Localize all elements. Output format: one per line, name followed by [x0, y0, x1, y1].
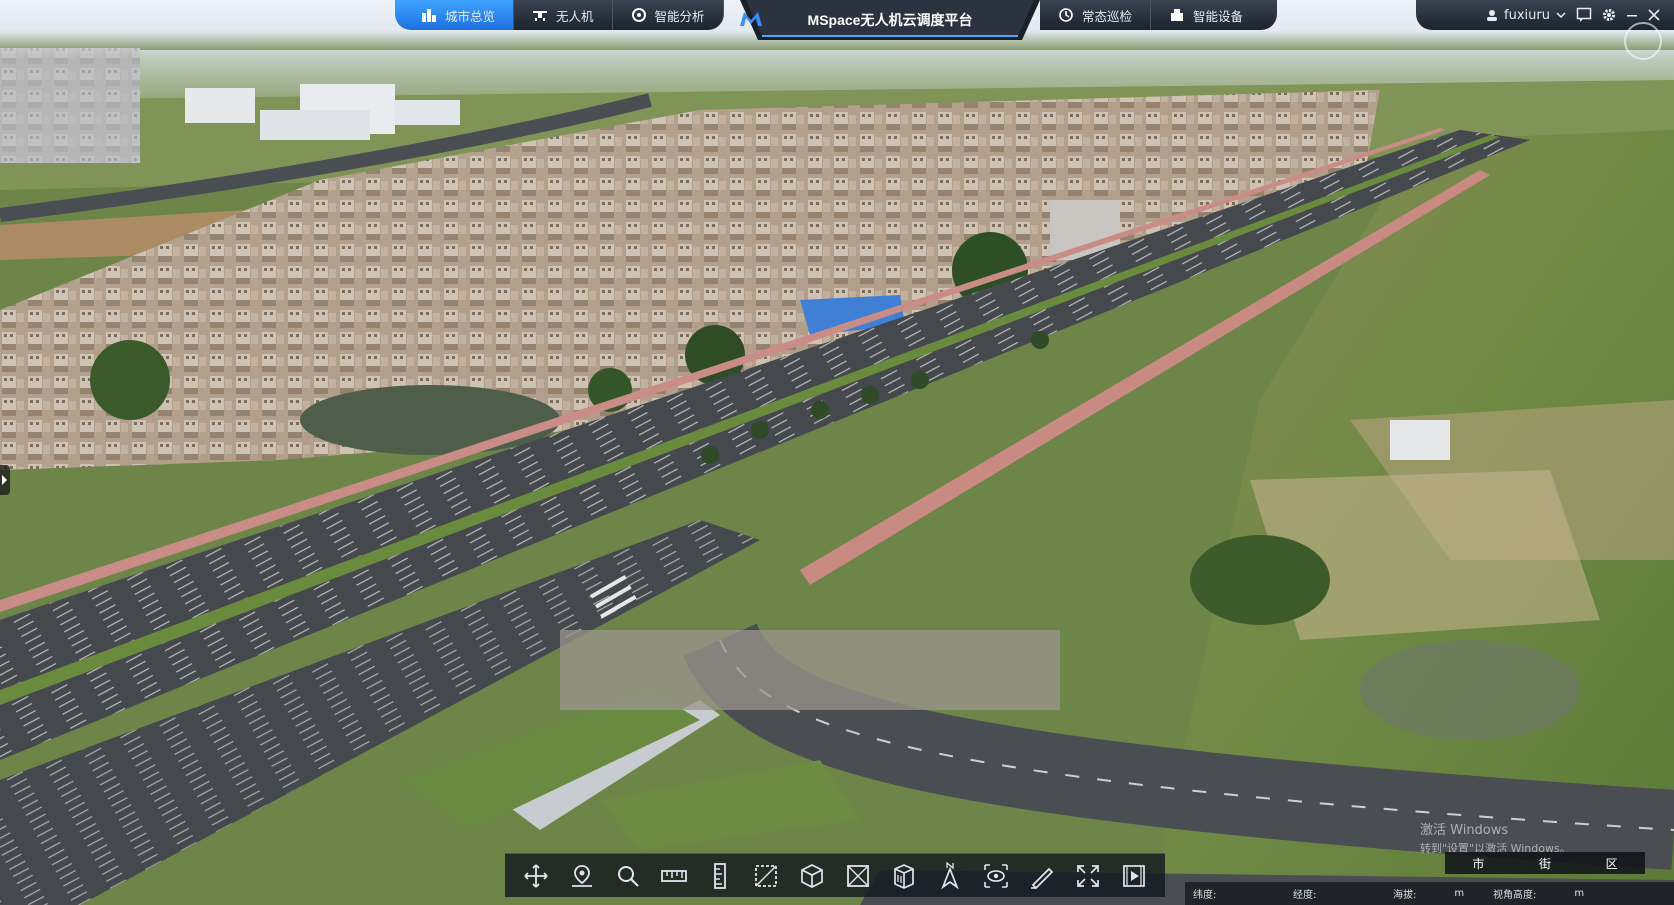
fullscreen-tool[interactable] — [1071, 859, 1105, 893]
device-icon — [1171, 9, 1184, 21]
chevron-down-icon — [1556, 12, 1566, 19]
tab-label: 智能设备 — [1193, 8, 1244, 24]
message-icon — [1576, 7, 1592, 22]
tab-smart-device[interactable]: 智能设备 — [1151, 0, 1261, 30]
distance-measure-tool[interactable] — [657, 859, 691, 893]
region-district-button[interactable]: 区 — [1598, 855, 1626, 872]
building-tool[interactable] — [887, 859, 921, 893]
height-measure-icon — [714, 862, 726, 889]
username: fuxiuru — [1504, 7, 1550, 23]
analysis-icon — [631, 8, 646, 22]
north-compass-icon — [941, 861, 959, 889]
tab-city-overview[interactable]: 城市总览 — [395, 0, 515, 30]
region-level-switch: 市 街 区 — [1445, 852, 1645, 874]
patrol-icon — [1059, 8, 1073, 22]
video-icon — [1123, 864, 1145, 887]
drone-icon — [533, 11, 548, 21]
area-measure-tool[interactable] — [749, 859, 783, 893]
area-measure-icon — [755, 864, 777, 887]
longitude-readout: 经度: — [1293, 886, 1393, 901]
tab-label: 智能分析 — [654, 8, 705, 24]
message-button[interactable] — [1576, 7, 1592, 23]
search-tool[interactable] — [611, 859, 645, 893]
minimize-button[interactable] — [1626, 9, 1638, 21]
altitude-readout: 海拔: m — [1393, 886, 1493, 901]
search-icon — [618, 865, 639, 887]
top-navigation-bar: 城市总览 无人机 智能分析 MSpace无人机云调度平台 常态巡检 智能设备 f… — [0, 0, 1674, 60]
tab-label: 无人机 — [556, 8, 594, 24]
view-tool[interactable] — [979, 859, 1013, 893]
app-title: MSpace无人机云调度平台 — [807, 12, 973, 28]
gear-icon — [1603, 9, 1615, 21]
move-icon — [524, 863, 548, 888]
nav-right-tabs: 常态巡检 智能设备 — [1040, 0, 1278, 30]
location-icon — [572, 864, 592, 887]
minimize-icon — [1627, 15, 1637, 17]
volume-tool[interactable] — [795, 859, 829, 893]
tab-routine-patrol[interactable]: 常态巡检 — [1040, 0, 1152, 30]
north-compass-tool[interactable] — [933, 859, 967, 893]
longitude-label: 经度: — [1293, 890, 1317, 901]
city-icon — [422, 9, 436, 22]
tab-label: 常态巡检 — [1082, 8, 1133, 24]
side-panel-toggle[interactable] — [0, 465, 10, 495]
tab-drone[interactable]: 无人机 — [514, 0, 613, 30]
box-select-tool[interactable] — [841, 859, 875, 893]
view-height-unit: m — [1574, 888, 1585, 899]
video-tool[interactable] — [1117, 859, 1151, 893]
height-measure-tool[interactable] — [703, 859, 737, 893]
box-select-icon — [847, 864, 869, 887]
ruler-icon — [661, 869, 687, 882]
map-toolbar — [505, 853, 1165, 897]
fullscreen-icon — [1077, 864, 1099, 887]
tab-smart-analysis[interactable]: 智能分析 — [612, 0, 724, 30]
settings-button[interactable] — [1602, 8, 1616, 22]
view-height-label: 视角高度: — [1493, 890, 1537, 901]
close-button[interactable] — [1648, 9, 1660, 21]
altitude-unit: m — [1454, 888, 1465, 899]
building-icon — [894, 863, 914, 889]
mspace-logo-icon — [740, 12, 762, 26]
altitude-label: 海拔: — [1393, 890, 1417, 901]
compass-icon[interactable] — [1624, 22, 1662, 60]
draw-tool[interactable] — [1025, 859, 1059, 893]
user-menu[interactable]: fuxiuru — [1486, 8, 1566, 23]
watermark-line-1: 激活 Windows — [1420, 823, 1509, 838]
coordinate-status-bar: 纬度: 经度: 海拔: m 视角高度: m — [1185, 882, 1674, 905]
tab-label: 城市总览 — [445, 8, 496, 24]
cube-icon — [801, 863, 823, 888]
nav-left-tabs: 城市总览 无人机 智能分析 — [395, 0, 724, 30]
aerial-view — [0, 0, 1674, 905]
location-tool[interactable] — [565, 859, 599, 893]
draw-icon — [1031, 867, 1054, 889]
platform-title-banner: MSpace无人机云调度平台 — [740, 0, 1040, 44]
map-3d-scene[interactable] — [0, 0, 1674, 905]
view-height-readout: 视角高度: m — [1493, 886, 1623, 901]
view-icon — [984, 863, 1008, 888]
latitude-readout: 纬度: — [1193, 886, 1293, 901]
close-icon — [1648, 9, 1660, 21]
region-city-button[interactable]: 市 — [1464, 855, 1492, 872]
move-tool[interactable] — [519, 859, 553, 893]
region-street-button[interactable]: 街 — [1531, 855, 1559, 872]
user-icon — [1487, 10, 1498, 21]
latitude-label: 纬度: — [1193, 890, 1217, 901]
